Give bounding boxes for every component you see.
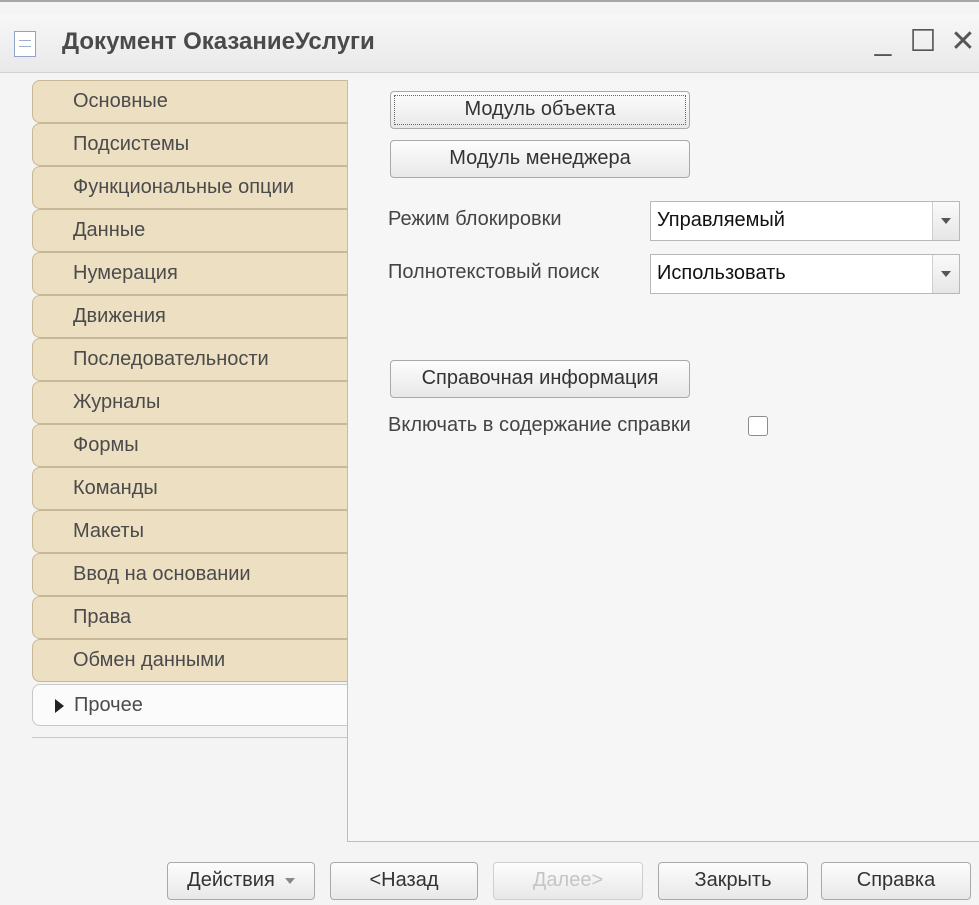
- active-tab-arrow-icon: [55, 698, 64, 713]
- maximize-icon[interactable]: ☐: [907, 24, 939, 59]
- tab-input-by-string[interactable]: Ввод на основании: [32, 553, 348, 596]
- tab-numbering[interactable]: Нумерация: [32, 252, 348, 295]
- close-icon[interactable]: ✕: [947, 24, 979, 59]
- actions-button[interactable]: Действия: [167, 862, 315, 900]
- tab-other-label: Прочее: [74, 694, 143, 716]
- tab-movements[interactable]: Движения: [32, 295, 348, 338]
- chevron-down-icon[interactable]: [932, 255, 959, 293]
- tab-subsystems[interactable]: Подсистемы: [32, 123, 348, 166]
- tab-data-exchange[interactable]: Обмен данными: [32, 639, 348, 682]
- actions-button-label: Действия: [187, 869, 275, 891]
- lock-mode-label: Режим блокировки: [388, 208, 562, 230]
- tab-rights[interactable]: Права: [32, 596, 348, 639]
- tab-commands[interactable]: Команды: [32, 467, 348, 510]
- lock-mode-select[interactable]: Управляемый: [650, 201, 960, 241]
- tab-templates[interactable]: Макеты: [32, 510, 348, 553]
- tab-sequences[interactable]: Последовательности: [32, 338, 348, 381]
- manager-module-button[interactable]: Модуль менеджера: [390, 140, 690, 178]
- tab-strip: Основные Подсистемы Функциональные опции…: [32, 80, 348, 726]
- fulltext-search-label: Полнотекстовый поиск: [388, 261, 600, 283]
- tab-journals[interactable]: Журналы: [32, 381, 348, 424]
- tab-data[interactable]: Данные: [32, 209, 348, 252]
- help-button[interactable]: Справка: [821, 862, 971, 900]
- tab-other[interactable]: Прочее: [32, 684, 348, 726]
- document-editor-window: Документ ОказаниеУслуги _ ☐ ✕ Основные П…: [0, 0, 979, 905]
- object-module-button[interactable]: Модуль объекта: [390, 91, 690, 129]
- tab-main[interactable]: Основные: [32, 80, 348, 123]
- include-in-help-checkbox[interactable]: [748, 416, 768, 436]
- help-info-button[interactable]: Справочная информация: [390, 360, 690, 398]
- window-title: Документ ОказаниеУслуги: [62, 28, 375, 55]
- fulltext-search-value: Использовать: [657, 262, 786, 284]
- close-button[interactable]: Закрыть: [658, 862, 808, 900]
- chevron-down-icon[interactable]: [932, 202, 959, 240]
- document-icon: [14, 31, 36, 57]
- fulltext-search-select[interactable]: Использовать: [650, 254, 960, 294]
- lock-mode-value: Управляемый: [657, 209, 785, 231]
- window-controls: _ ☐ ✕: [867, 24, 979, 59]
- title-bar: Документ ОказаниеУслуги _ ☐ ✕: [0, 14, 979, 73]
- tab-strip-bottom-line: [32, 737, 348, 738]
- minimize-icon[interactable]: _: [867, 24, 899, 59]
- next-button: Далее>: [493, 862, 643, 900]
- tab-content-panel: Модуль объекта Модуль менеджера Режим бл…: [347, 80, 979, 842]
- tab-functional-options[interactable]: Функциональные опции: [32, 166, 348, 209]
- chevron-down-icon: [284, 877, 295, 884]
- back-button[interactable]: <Назад: [330, 862, 478, 900]
- include-in-help-label: Включать в содержание справки: [388, 414, 691, 436]
- tab-forms[interactable]: Формы: [32, 424, 348, 467]
